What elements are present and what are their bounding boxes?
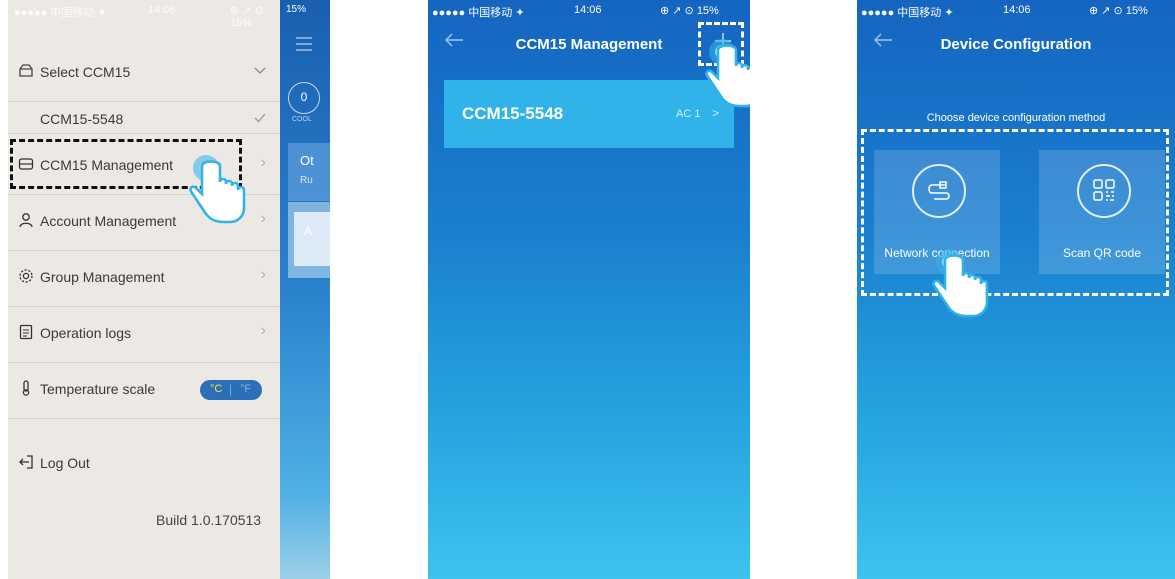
unit-card-peek[interactable]: A — [288, 202, 330, 278]
toggle-fahrenheit[interactable]: °F — [240, 383, 251, 395]
menu-item-label: Temperature scale — [40, 381, 156, 397]
tap-hand-icon — [705, 39, 750, 108]
battery-status: ⊕ ↗ ⊙ 15% — [1089, 5, 1148, 17]
side-menu: ●●●●● 中国移动 ✦ 14:06 ⊕ ↗ ⊙ 15% Select CCM1… — [8, 0, 280, 579]
clock: 14:06 — [148, 4, 176, 16]
room-card-peek[interactable]: Ot Ru — [288, 143, 330, 201]
menu-item-label: Log Out — [40, 455, 90, 471]
menu-item-label: Group Management — [40, 269, 165, 285]
status-bar: ●●●●● 中国移动 ✦ 14:06 ⊕ ↗ ⊙ 15% — [8, 0, 280, 29]
menu-item-device-ccm15-5548[interactable]: CCM15-5548 — [8, 101, 280, 134]
device-name: CCM15-5548 — [462, 104, 564, 123]
battery-status: ⊕ ↗ ⊙ 15% — [660, 5, 719, 17]
menu-item-select-ccm15[interactable]: Select CCM15 — [8, 45, 280, 102]
clock: 14:06 — [574, 4, 602, 16]
status-bar: ●●●●● 中国移动 ✦ 14:06 ⊕ ↗ ⊙ 15% — [428, 0, 750, 22]
device-icon — [19, 64, 33, 77]
menu-item-group-management[interactable]: Group Management › — [8, 250, 280, 307]
logout-icon — [19, 455, 33, 469]
page-title: Device Configuration — [940, 36, 1092, 53]
toggle-divider: | — [229, 382, 233, 396]
carrier: ●●●●● 中国移动 ✦ — [432, 7, 525, 19]
document-icon — [19, 324, 33, 340]
menu-item-temperature-scale: Temperature scale °C | °F — [8, 362, 280, 419]
menu-item-label: Operation logs — [40, 325, 132, 341]
carrier: ●●●●● 中国移动 ✦ — [861, 7, 954, 19]
chevron-right-icon: › — [260, 154, 266, 171]
unit-tile-label: A — [304, 224, 313, 238]
unit-tile: A — [294, 212, 330, 266]
menu-item-label: Select CCM15 — [40, 64, 131, 80]
chevron-right-icon: › — [260, 322, 266, 339]
battery-status: ⊕ ↗ ⊙ 15% — [230, 5, 264, 29]
mode-badge-value: 0 — [300, 90, 308, 104]
mode-label: COOL — [292, 116, 312, 123]
menu-item-operation-logs[interactable]: Operation logs › — [8, 306, 280, 363]
device-option-label: CCM15-5548 — [40, 111, 124, 127]
menu-item-label: Account Management — [40, 213, 177, 229]
device-list-item[interactable]: CCM15-5548 AC 1 > — [444, 80, 734, 148]
highlight-box — [861, 129, 1169, 296]
hamburger-icon[interactable] — [294, 36, 314, 52]
side-menu-screen: ●●●●● 中国移动 ✦ 14:06 ⊕ ↗ ⊙ 15% Select CCM1… — [8, 0, 330, 579]
room-card-title: Ot — [300, 153, 314, 168]
carrier: ●●●●● 中国移动 ✦ — [14, 7, 107, 19]
room-card-subtitle: Ru — [300, 175, 313, 186]
configuration-prompt: Choose device configuration method — [926, 112, 1106, 124]
status-bar: ●●●●● 中国移动 ✦ 14:06 ⊕ ↗ ⊙ 15% — [857, 0, 1175, 22]
ccm15-management-screen: ●●●●● 中国移动 ✦ 14:06 ⊕ ↗ ⊙ 15% CCM15 Manag… — [428, 0, 750, 579]
chevron-right-icon: › — [260, 210, 266, 227]
tap-hand-icon — [189, 155, 246, 224]
build-version: Build 1.0.170513 — [156, 512, 262, 528]
mode-badge: 0 — [288, 82, 320, 114]
check-icon — [254, 113, 266, 123]
device-unit-count: AC 1 — [676, 108, 701, 120]
chevron-down-icon — [254, 67, 266, 74]
chevron-right-icon: › — [260, 266, 266, 283]
toggle-celsius[interactable]: °C — [210, 383, 222, 395]
battery-status: 15% — [286, 4, 307, 15]
gear-icon — [19, 269, 33, 283]
clock: 14:06 — [1003, 4, 1031, 16]
tap-hand-icon — [932, 249, 989, 318]
main-screen-peek[interactable]: 15% 0 COOL Ot Ru A — [280, 0, 330, 579]
device-configuration-screen: ●●●●● 中国移动 ✦ 14:06 ⊕ ↗ ⊙ 15% Device Conf… — [857, 0, 1175, 579]
temperature-scale-toggle[interactable]: °C | °F — [200, 380, 262, 400]
menu-item-log-out[interactable]: Log Out — [8, 436, 280, 492]
user-icon — [19, 213, 33, 228]
thermometer-icon — [22, 380, 30, 396]
